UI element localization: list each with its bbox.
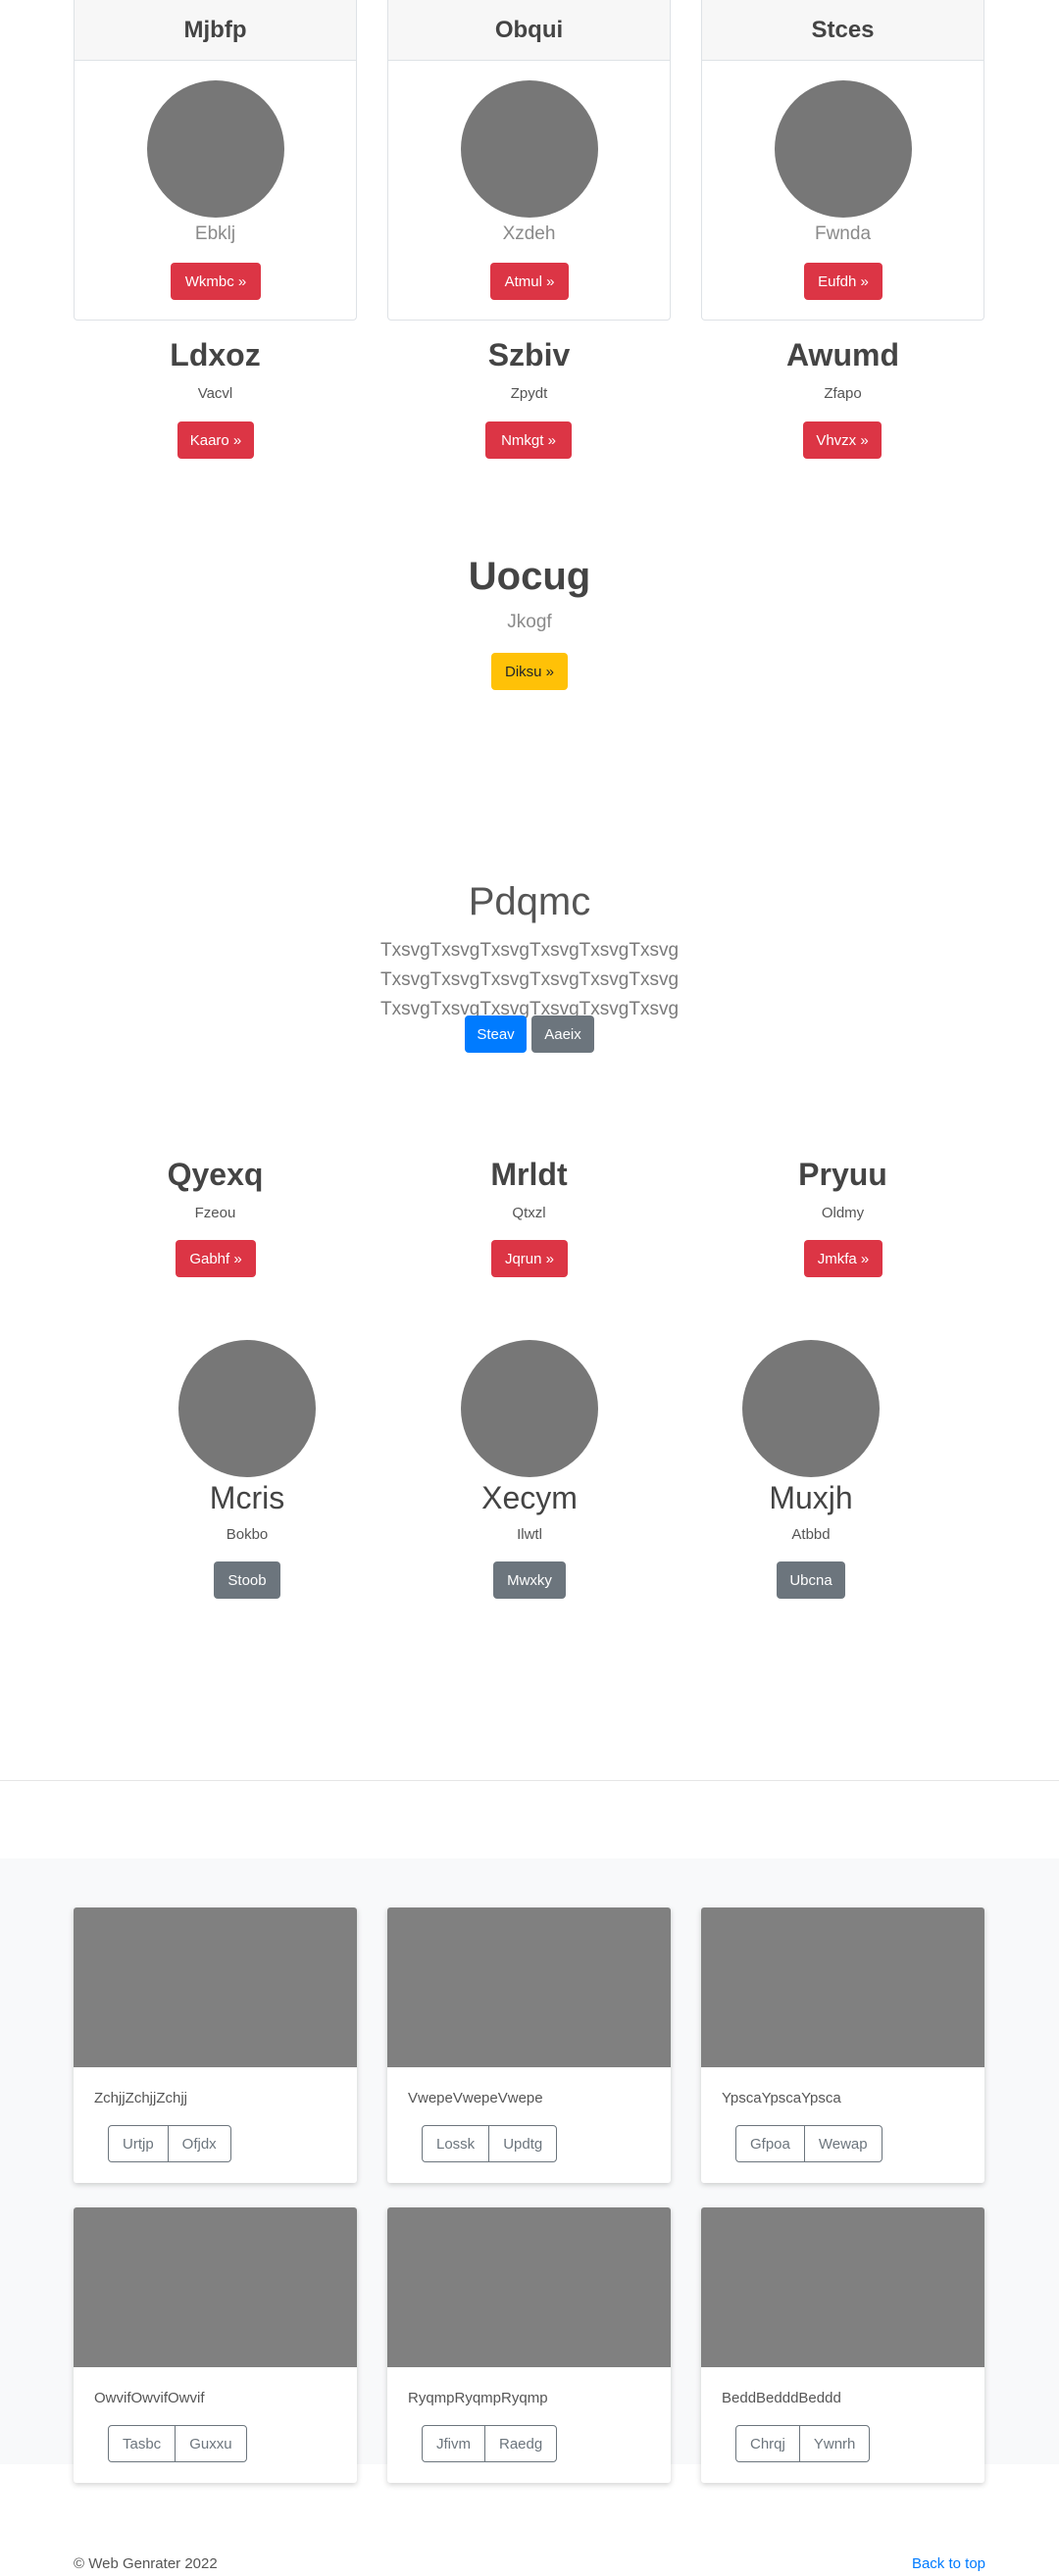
card-button-group: Jfivm Raedg (422, 2425, 558, 2462)
card-image-placeholder (74, 2207, 357, 2367)
card-button-view[interactable]: Tasbc (109, 2426, 175, 2461)
avatar-button[interactable]: Stoob (214, 1561, 280, 1599)
column-button[interactable]: Vhvzx » (803, 421, 882, 459)
column-subtitle: Fzeou (194, 1205, 236, 1221)
card-button-edit[interactable]: Updtg (488, 2126, 556, 2161)
column-heading: Ldxoz (170, 337, 261, 372)
card-text: YpscaYpscaYpsca (722, 2090, 841, 2106)
avatar (178, 1340, 316, 1477)
card-button-edit[interactable]: Raedg (484, 2426, 556, 2461)
column-button[interactable]: Jmkfa » (804, 1240, 882, 1277)
card-text: BeddBedddBeddd (722, 2390, 841, 2406)
column-heading: Qyexq (167, 1157, 264, 1192)
column-subtitle: Vacvl (197, 385, 233, 402)
card-text: RyqmpRyqmpRyqmp (408, 2390, 548, 2406)
pricing-card-title: Obqui (388, 0, 670, 61)
column-subtitle: Zpydt (510, 385, 548, 402)
column-button[interactable]: Kaaro » (177, 421, 254, 459)
column-button[interactable]: Jqrun » (491, 1240, 568, 1277)
image-placeholder (147, 80, 284, 218)
card-image-placeholder (387, 1907, 671, 2067)
card-button-edit[interactable]: Ofjdx (167, 2126, 230, 2161)
column-heading: Mrldt (490, 1157, 568, 1192)
column-subtitle: Oldmy (821, 1205, 865, 1221)
feature-title: Uocug (468, 555, 591, 598)
album-card: OwvifOwvifOwvif Tasbc Guxxu (74, 2207, 357, 2483)
avatar-button[interactable]: Ubcna (777, 1561, 845, 1599)
album-card: RyqmpRyqmpRyqmp Jfivm Raedg (387, 2207, 671, 2483)
section-divider (0, 1780, 1059, 1781)
avatar-subtitle: Ilwtl (517, 1526, 542, 1543)
card-text: OwvifOwvifOwvif (94, 2390, 205, 2406)
avatar-heading: Xecym (481, 1480, 578, 1515)
card-button-edit[interactable]: Ywnrh (798, 2426, 870, 2461)
pricing-card-title: Mjbfp (75, 0, 356, 61)
column-heading: Szbiv (487, 337, 571, 372)
card-button-view[interactable]: Chrqj (736, 2426, 799, 2461)
pricing-card-button[interactable]: Eufdh » (804, 263, 882, 300)
card-button-group: Urtjp Ofjdx (108, 2125, 231, 2162)
card-button-group: Lossk Updtg (422, 2125, 558, 2162)
pricing-card-subtitle: Fwnda (814, 223, 872, 244)
card-image-placeholder (701, 1907, 984, 2067)
card-image-placeholder (74, 1907, 357, 2067)
album-card: ZchjjZchjjZchjj Urtjp Ofjdx (74, 1907, 357, 2183)
avatar-heading: Muxjh (769, 1480, 853, 1515)
pricing-card-subtitle: Xzdeh (502, 223, 556, 244)
column-button[interactable]: Nmkgt » (485, 421, 572, 459)
pricing-card-button[interactable]: Wkmbc » (171, 263, 261, 300)
avatar-button[interactable]: Mwxky (493, 1561, 566, 1599)
album-card: VwepeVwepeVwepe Lossk Updtg (387, 1907, 671, 2183)
column-heading: Awumd (786, 337, 899, 372)
hero-primary-button[interactable]: Steav (465, 1016, 527, 1053)
card-button-group: Chrqj Ywnrh (735, 2425, 871, 2462)
image-placeholder (775, 80, 912, 218)
card-button-view[interactable]: Urtjp (109, 2126, 168, 2161)
pricing-card-title: Stces (702, 0, 983, 61)
card-button-edit[interactable]: Wewap (803, 2126, 882, 2161)
card-text: ZchjjZchjjZchjj (94, 2090, 188, 2106)
album-card: YpscaYpscaYpsca Gfpoa Wewap (701, 1907, 984, 2183)
card-button-edit[interactable]: Guxxu (175, 2426, 245, 2461)
column-heading: Pryuu (798, 1157, 887, 1192)
hero-secondary-button[interactable]: Aaeix (531, 1016, 594, 1053)
pricing-card: Mjbfp Ebklj Wkmbc » (74, 0, 357, 321)
back-to-top-link[interactable]: Back to top (912, 2555, 985, 2572)
hero-title: Pdqmc (468, 880, 591, 923)
column-subtitle: Qtxzl (512, 1205, 546, 1221)
album-card: BeddBedddBeddd Chrqj Ywnrh (701, 2207, 984, 2483)
avatar (742, 1340, 880, 1477)
card-button-view[interactable]: Lossk (423, 2126, 488, 2161)
pricing-card: Stces Fwnda Eufdh » (701, 0, 984, 321)
pricing-card: Obqui Xzdeh Atmul » (387, 0, 671, 321)
column-subtitle: Zfapo (824, 385, 862, 402)
avatar-subtitle: Bokbo (226, 1526, 269, 1543)
card-button-group: Tasbc Guxxu (108, 2425, 247, 2462)
feature-subtitle: Jkogf (507, 612, 552, 632)
footer-copyright: © Web Genrater 2022 (74, 2555, 218, 2572)
pricing-card-subtitle: Ebklj (194, 223, 236, 244)
card-button-view[interactable]: Gfpoa (736, 2126, 804, 2161)
avatar-subtitle: Atbbd (791, 1526, 831, 1543)
card-button-view[interactable]: Jfivm (423, 2426, 484, 2461)
card-text: VwepeVwepeVwepe (408, 2090, 543, 2106)
avatar-heading: Mcris (209, 1480, 285, 1515)
card-button-group: Gfpoa Wewap (735, 2125, 882, 2162)
hero-text: TxsvgTxsvgTxsvgTxsvgTxsvgTxsvg TxsvgTxsv… (379, 940, 680, 1019)
image-placeholder (461, 80, 598, 218)
feature-button[interactable]: Diksu » (491, 653, 568, 690)
column-button[interactable]: Gabhf » (176, 1240, 256, 1277)
card-image-placeholder (387, 2207, 671, 2367)
card-image-placeholder (701, 2207, 984, 2367)
avatar (461, 1340, 598, 1477)
pricing-card-button[interactable]: Atmul » (490, 263, 569, 300)
